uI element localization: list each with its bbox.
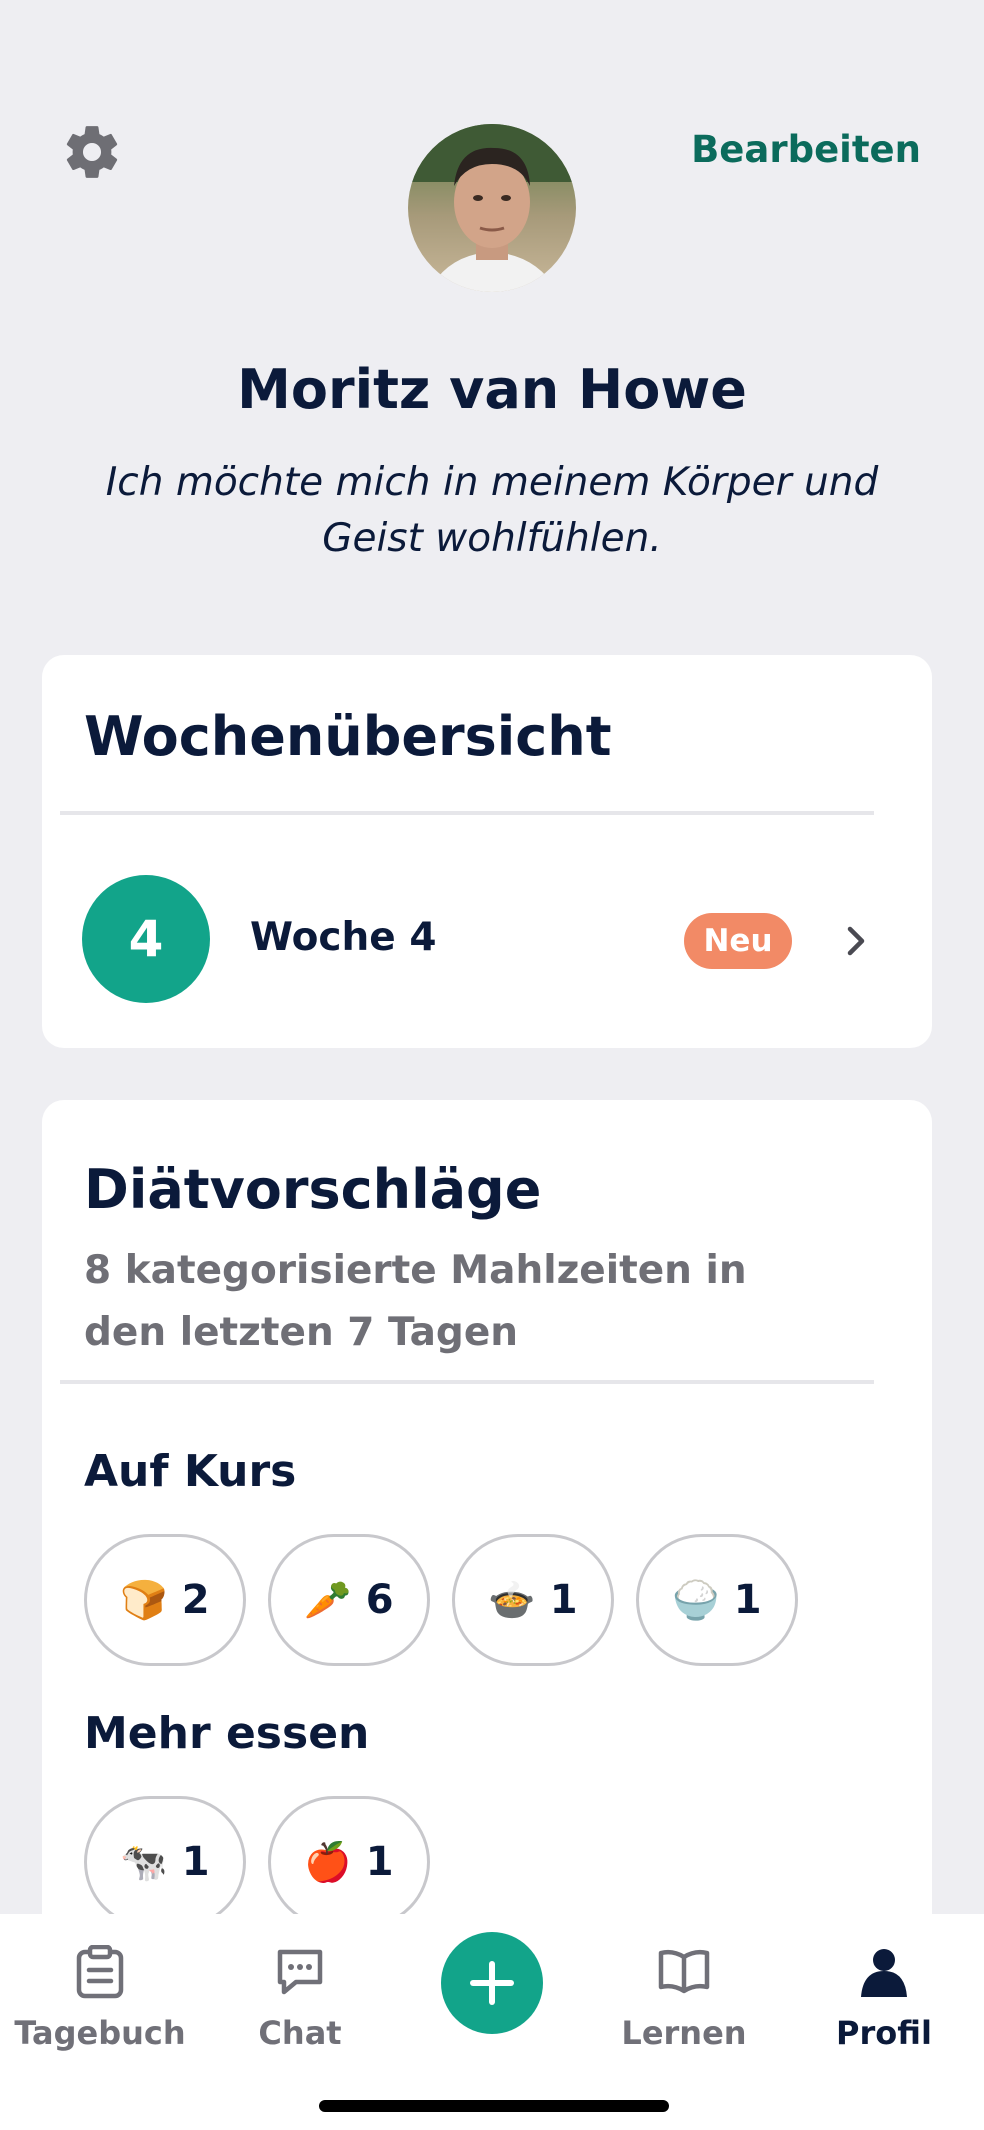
on-track-label: Auf Kurs [84,1446,297,1497]
cow-icon: 🐄 [120,1840,168,1884]
plus-icon [470,1961,514,2005]
eat-more-chips: 🐄 1 🍎 1 [84,1796,430,1928]
food-chip-apple[interactable]: 🍎 1 [268,1796,430,1928]
tab-tagebuch[interactable]: Tagebuch [14,1944,186,2052]
apple-icon: 🍎 [304,1840,352,1884]
diet-title: Diätvorschläge [84,1158,542,1221]
food-chip-bread[interactable]: 🍞 2 [84,1534,246,1666]
edit-profile-link[interactable]: Bearbeiten [691,128,921,171]
food-chip-carrot[interactable]: 🥕 6 [268,1534,430,1666]
home-indicator [319,2100,669,2112]
week-number-badge: 4 [82,875,210,1003]
profile-name: Moritz van Howe [237,358,747,421]
tab-profil[interactable]: Profil [799,1944,969,2052]
tab-lernen[interactable]: Lernen [599,1944,769,2052]
tab-label: Tagebuch [14,2014,186,2052]
tab-label: Lernen [621,2014,747,2052]
soup-bowl-icon: 🍲 [488,1578,536,1622]
on-track-chips: 🍞 2 🥕 6 🍲 1 🍚 1 [84,1534,798,1666]
diet-subtitle: 8 kategorisierte Mahlzeiten in den letzt… [84,1248,747,1355]
divider [60,811,874,815]
tab-label: Chat [258,2014,342,2052]
chip-count: 2 [181,1577,210,1623]
profile-motto: Ich möchte mich in meinem Körper und Gei… [105,460,879,561]
settings-button[interactable] [58,118,126,186]
week-overview-title: Wochenübersicht [84,705,612,768]
tab-bar: Tagebuch Chat Lernen Profil [0,1914,984,2130]
food-chip-rice[interactable]: 🍚 1 [636,1534,798,1666]
chat-icon [272,1944,328,2000]
chip-count: 1 [549,1577,578,1623]
chip-count: 1 [733,1577,762,1623]
diet-suggestions-card: Diätvorschläge 8 kategorisierte Mahlzeit… [42,1100,932,1928]
food-chip-cow[interactable]: 🐄 1 [84,1796,246,1928]
tab-chat[interactable]: Chat [215,1944,385,2052]
add-entry-button[interactable] [441,1932,543,2034]
gear-icon [66,126,118,178]
tab-label: Profil [836,2014,932,2052]
chip-count: 1 [365,1839,394,1885]
person-icon [856,1944,912,2000]
bread-icon: 🍞 [120,1578,168,1622]
new-badge: Neu [684,913,792,969]
chip-count: 6 [365,1577,394,1623]
avatar [408,124,576,292]
week-overview-card: Wochenübersicht 4 Woche 4 Neu [42,655,932,1048]
carrot-icon: 🥕 [304,1578,352,1622]
rice-bowl-icon: 🍚 [672,1578,720,1622]
divider [60,1380,874,1384]
book-icon [656,1944,712,2000]
week-label: Woche 4 [250,915,437,960]
chip-count: 1 [181,1839,210,1885]
week-row[interactable]: 4 Woche 4 Neu [42,875,932,1005]
eat-more-label: Mehr essen [84,1708,370,1759]
chevron-right-icon [834,917,878,965]
clipboard-icon [72,1944,128,2000]
food-chip-soup[interactable]: 🍲 1 [452,1534,614,1666]
